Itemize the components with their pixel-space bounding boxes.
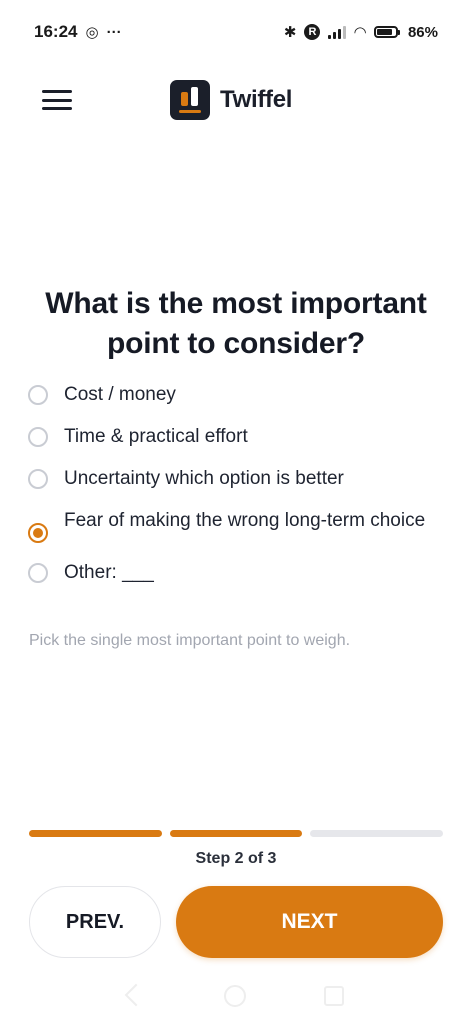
status-bar: 16:24 ◎ ··· ✱ R ◠ 86%: [0, 0, 472, 64]
more-dots-icon: ···: [106, 23, 122, 41]
next-button[interactable]: NEXT: [176, 886, 443, 958]
back-icon[interactable]: [124, 983, 148, 1007]
option-time[interactable]: Time & practical effort: [28, 426, 448, 449]
twiffel-logo-icon: [170, 80, 210, 120]
radio-button[interactable]: [28, 563, 48, 583]
battery-icon: [373, 26, 400, 38]
option-label: Fear of making the wrong long-term choic…: [64, 510, 426, 531]
step-indicator: Step 2 of 3: [195, 850, 277, 867]
menu-icon-bar: [42, 107, 72, 110]
system-nav-bar: [0, 983, 472, 1008]
recent-apps-icon[interactable]: [324, 986, 344, 1006]
status-time: 16:24: [34, 22, 78, 41]
option-fear[interactable]: Fear of making the wrong long-term choic…: [28, 510, 448, 543]
app-header: Twiffel: [0, 72, 472, 128]
r-badge-icon: R: [304, 24, 321, 40]
progress-segment-pending: [310, 830, 444, 837]
signal-icon: [328, 25, 347, 39]
brand-name: Twiffel: [220, 86, 293, 113]
radio-button-selected[interactable]: [28, 523, 48, 543]
option-label: Other: ___: [64, 562, 154, 583]
option-label: Time & practical effort: [64, 426, 248, 447]
menu-icon-bar: [42, 90, 72, 93]
battery-percent: 86%: [407, 23, 438, 41]
radio-button[interactable]: [28, 469, 48, 489]
brand: Twiffel: [170, 80, 292, 120]
option-label: Cost / money: [64, 384, 176, 405]
progress-segment-complete: [169, 830, 303, 837]
radio-button[interactable]: [28, 385, 48, 405]
step-progress-bar: [29, 830, 444, 837]
option-other[interactable]: Other: ___: [28, 562, 448, 585]
status-left: 16:24 ◎ ···: [34, 22, 122, 42]
option-label: Uncertainty which option is better: [64, 468, 344, 489]
menu-icon-bar: [42, 98, 72, 102]
option-cost[interactable]: Cost / money: [28, 384, 448, 407]
bluetooth-icon: ✱: [283, 24, 297, 41]
menu-button[interactable]: [40, 86, 74, 114]
wifi-icon: ◠: [354, 24, 366, 41]
progress-segment-complete: [29, 830, 162, 837]
question-title: What is the most important point to cons…: [45, 287, 427, 360]
hint-text: Pick the single most important point to …: [29, 632, 351, 649]
prev-button[interactable]: PREV.: [29, 886, 161, 958]
home-icon[interactable]: [224, 985, 246, 1007]
radio-button[interactable]: [28, 427, 48, 447]
instagram-icon: ◎: [85, 24, 99, 41]
options-list: Cost / money Time & practical effort Unc…: [28, 384, 448, 604]
status-right: ✱ R ◠ 86%: [283, 23, 438, 42]
option-uncertainty[interactable]: Uncertainty which option is better: [28, 468, 448, 491]
